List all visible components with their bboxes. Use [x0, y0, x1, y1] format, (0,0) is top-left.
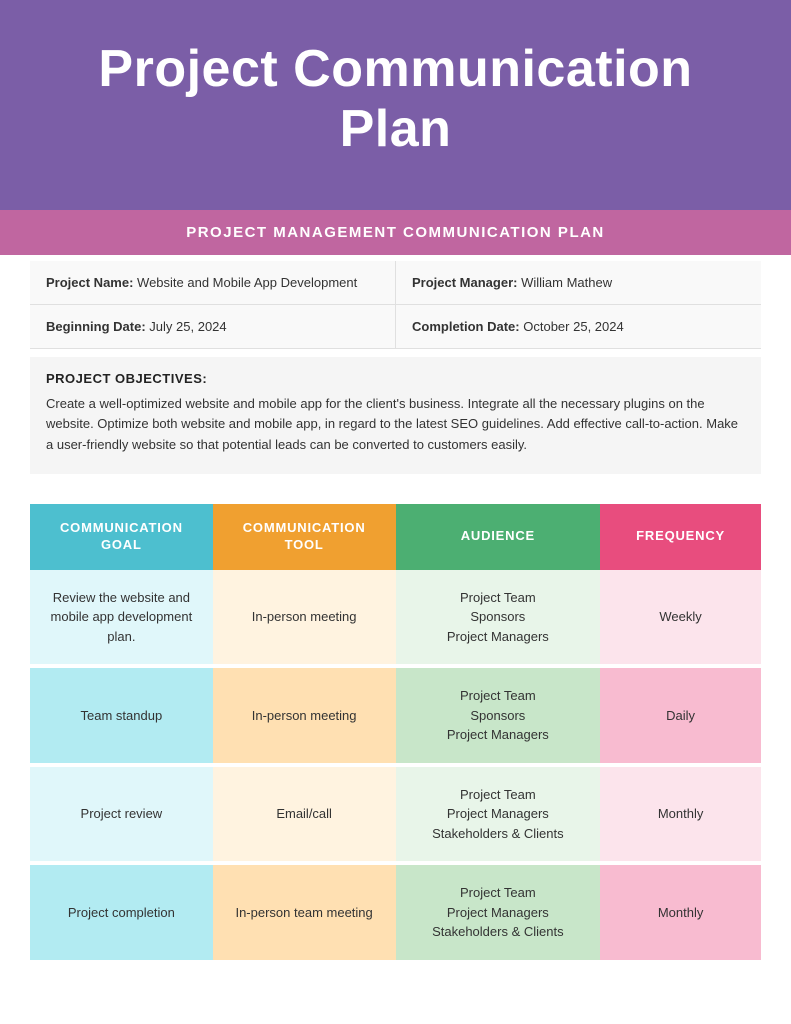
info-section: Project Name: Website and Mobile App Dev… — [0, 261, 791, 349]
objectives-section: PROJECT OBJECTIVES: Create a well-optimi… — [30, 357, 761, 474]
cell-tool: In-person meeting — [213, 570, 396, 667]
cell-frequency: Daily — [600, 666, 761, 765]
info-row-1: Project Name: Website and Mobile App Dev… — [30, 261, 761, 305]
completion-date-value: October 25, 2024 — [523, 319, 623, 334]
cell-goal: Project completion — [30, 863, 213, 962]
info-row-2: Beginning Date: July 25, 2024 Completion… — [30, 305, 761, 349]
table-row: Project reviewEmail/callProject TeamProj… — [30, 765, 761, 864]
completion-date-cell: Completion Date: October 25, 2024 — [396, 305, 761, 348]
cell-goal: Review the website and mobile app develo… — [30, 570, 213, 667]
table-row: Project completionIn-person team meeting… — [30, 863, 761, 962]
table-row: Review the website and mobile app develo… — [30, 570, 761, 667]
completion-date-label: Completion Date: — [412, 319, 520, 334]
cell-goal: Project review — [30, 765, 213, 864]
cell-frequency: Weekly — [600, 570, 761, 667]
cell-tool: Email/call — [213, 765, 396, 864]
beginning-date-value: July 25, 2024 — [149, 319, 226, 334]
cell-frequency: Monthly — [600, 765, 761, 864]
project-name-label: Project Name: — [46, 275, 133, 290]
beginning-date-cell: Beginning Date: July 25, 2024 — [30, 305, 396, 348]
table-row: Team standupIn-person meetingProject Tea… — [30, 666, 761, 765]
cell-frequency: Monthly — [600, 863, 761, 962]
cell-audience: Project TeamProject ManagersStakeholders… — [396, 765, 601, 864]
project-manager-cell: Project Manager: William Mathew — [396, 261, 761, 304]
objectives-title: PROJECT OBJECTIVES: — [46, 371, 745, 386]
col-tool-header: COMMUNICATION TOOL — [213, 504, 396, 570]
sub-header-title: PROJECT MANAGEMENT COMMUNICATION PLAN — [20, 224, 771, 241]
cell-tool: In-person team meeting — [213, 863, 396, 962]
project-name-cell: Project Name: Website and Mobile App Dev… — [30, 261, 396, 304]
col-audience-header: AUDIENCE — [396, 504, 601, 570]
cell-audience: Project TeamSponsorsProject Managers — [396, 666, 601, 765]
beginning-date-label: Beginning Date: — [46, 319, 146, 334]
objectives-text: Create a well-optimized website and mobi… — [46, 394, 745, 456]
cell-audience: Project TeamSponsorsProject Managers — [396, 570, 601, 667]
cell-goal: Team standup — [30, 666, 213, 765]
project-manager-value: William Mathew — [521, 275, 612, 290]
project-manager-label: Project Manager: — [412, 275, 517, 290]
header: Project Communication Plan — [0, 0, 791, 210]
communication-table: COMMUNICATION GOAL COMMUNICATION TOOL AU… — [30, 504, 761, 964]
col-goal-header: COMMUNICATION GOAL — [30, 504, 213, 570]
sub-header: PROJECT MANAGEMENT COMMUNICATION PLAN — [0, 210, 791, 255]
cell-audience: Project TeamProject ManagersStakeholders… — [396, 863, 601, 962]
table-header-row: COMMUNICATION GOAL COMMUNICATION TOOL AU… — [30, 504, 761, 570]
col-frequency-header: FREQUENCY — [600, 504, 761, 570]
project-name-value: Website and Mobile App Development — [137, 275, 357, 290]
cell-tool: In-person meeting — [213, 666, 396, 765]
page: Project Communication Plan PROJECT MANAG… — [0, 0, 791, 1024]
header-title: Project Communication Plan — [60, 40, 731, 160]
